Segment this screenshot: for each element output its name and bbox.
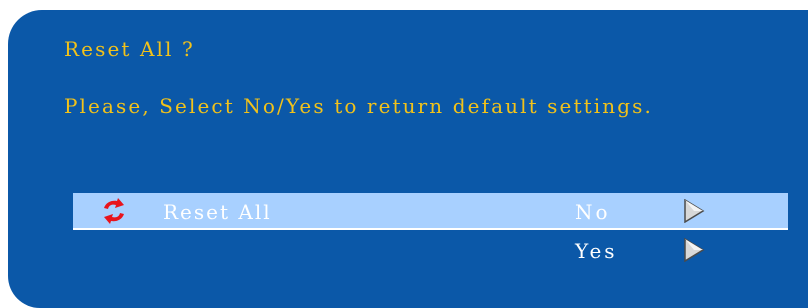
option-no[interactable]: No	[575, 200, 611, 224]
arrow-right-icon[interactable]	[683, 199, 705, 223]
dialog-message: Please, Select No/Yes to return default …	[64, 94, 653, 118]
menu-row-reset-all[interactable]: Reset All No	[73, 193, 788, 230]
menu-row-yes[interactable]: Yes	[73, 232, 788, 267]
arrow-right-icon[interactable]	[683, 238, 705, 262]
option-yes[interactable]: Yes	[575, 239, 618, 263]
dialog-title: Reset All ?	[64, 37, 195, 61]
reset-all-dialog: Reset All ? Please, Select No/Yes to ret…	[8, 10, 808, 308]
reset-icon	[104, 198, 124, 224]
menu-row-label: Reset All	[163, 200, 272, 224]
